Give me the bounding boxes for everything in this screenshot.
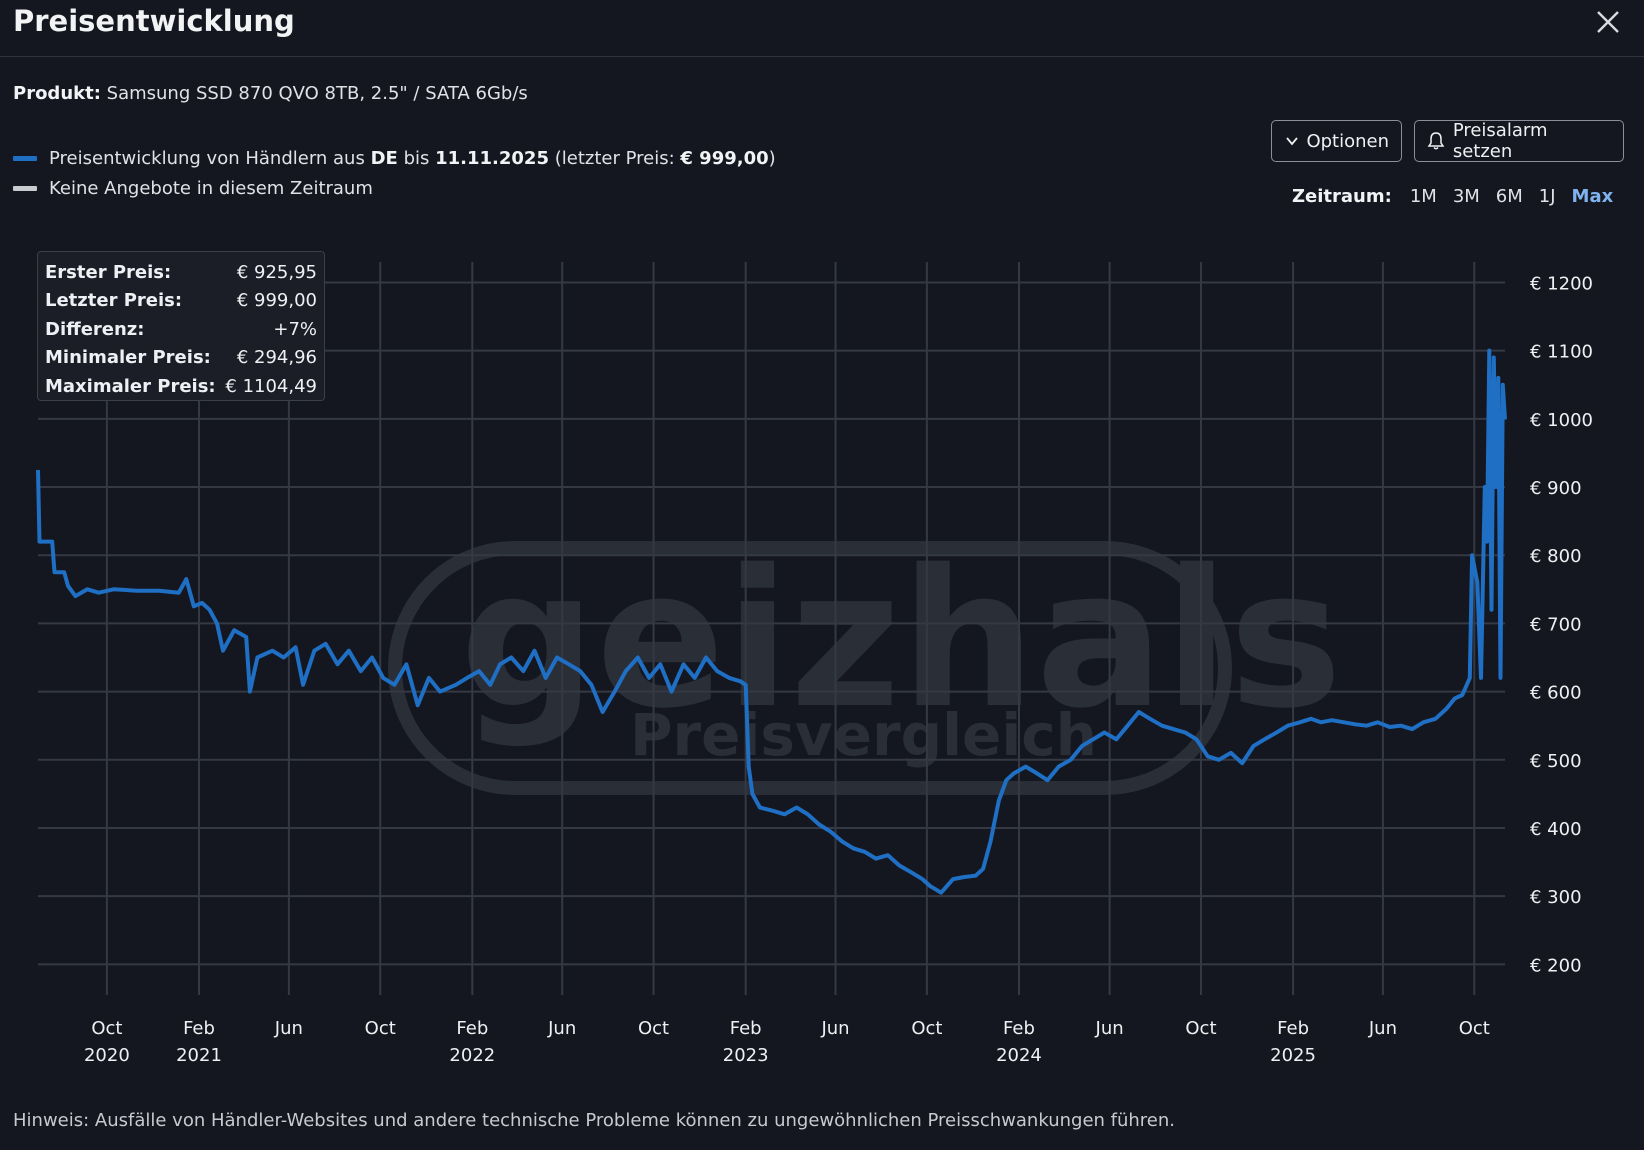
- x-tick-year-label: 2024: [996, 1045, 1042, 1066]
- x-tick-year-label: 2025: [1270, 1045, 1316, 1066]
- stat-last-value: € 999,00: [236, 290, 317, 312]
- x-tick-label: Feb: [456, 1018, 488, 1039]
- y-tick-label: € 1100: [1530, 342, 1593, 363]
- x-tick-label: Oct: [638, 1018, 669, 1039]
- x-tick-label: Jun: [820, 1018, 849, 1039]
- x-tick-label: Feb: [730, 1018, 762, 1039]
- y-tick-label: € 1000: [1530, 410, 1593, 431]
- y-tick-label: € 700: [1530, 614, 1582, 635]
- x-tick-year-label: 2020: [84, 1045, 130, 1066]
- y-axis: € 200 € 300 € 400 € 500 € 600 € 700 € 800 € 900…: [1530, 273, 1593, 976]
- y-tick-label: € 300: [1530, 887, 1582, 908]
- stat-diff-label: Differenz:: [45, 318, 145, 340]
- stat-diff-value: +7%: [273, 318, 317, 340]
- x-tick-label: Oct: [1185, 1018, 1216, 1039]
- y-tick-label: € 500: [1530, 751, 1582, 772]
- stat-min-value: € 294,96: [236, 347, 317, 369]
- stat-min-price: Minimaler Preis: € 294,96: [45, 344, 317, 373]
- x-tick-label: Jun: [1368, 1018, 1397, 1039]
- y-tick-label: € 200: [1530, 955, 1582, 976]
- x-tick-year-label: 2021: [176, 1045, 222, 1066]
- stat-first-label: Erster Preis:: [45, 261, 172, 283]
- stat-last-price: Letzter Preis: € 999,00: [45, 287, 317, 316]
- stat-min-label: Minimaler Preis:: [45, 347, 211, 369]
- price-chart[interactable]: geizhalsPreisvergleich Oct2020Feb2021Jun…: [0, 0, 1644, 1080]
- x-tick-label: Feb: [183, 1018, 215, 1039]
- x-tick-label: Oct: [91, 1018, 122, 1039]
- x-tick-label: Feb: [1003, 1018, 1035, 1039]
- stat-max-price: Maximaler Preis: € 1104,49: [45, 372, 317, 401]
- y-tick-label: € 400: [1530, 819, 1582, 840]
- stat-first-price: Erster Preis: € 925,95: [45, 258, 317, 287]
- price-stats-box: Erster Preis: € 925,95 Letzter Preis: € …: [37, 251, 325, 401]
- x-tick-label: Jun: [1095, 1018, 1124, 1039]
- stat-first-value: € 925,95: [236, 261, 317, 283]
- x-tick-label: Feb: [1277, 1018, 1309, 1039]
- y-tick-label: € 800: [1530, 546, 1582, 567]
- y-tick-label: € 1200: [1530, 273, 1593, 294]
- stat-max-value: € 1104,49: [225, 375, 317, 397]
- x-tick-label: Oct: [365, 1018, 396, 1039]
- stat-last-label: Letzter Preis:: [45, 290, 183, 312]
- y-tick-label: € 900: [1530, 478, 1582, 499]
- x-tick-label: Oct: [1459, 1018, 1490, 1039]
- x-axis: Oct 2020 Feb 2021 Jun Oct Feb 2022 Jun Oct Feb 2023…: [84, 1018, 1490, 1066]
- stat-difference: Differenz: +7%: [45, 315, 317, 344]
- x-tick-label: Jun: [547, 1018, 576, 1039]
- hint-text: Hinweis: Ausfälle von Händler-Websites u…: [13, 1110, 1176, 1131]
- y-tick-label: € 600: [1530, 683, 1582, 704]
- x-tick-label: Jun: [274, 1018, 303, 1039]
- stat-max-label: Maximaler Preis:: [45, 375, 216, 397]
- x-tick-label: Oct: [911, 1018, 942, 1039]
- x-tick-year-label: 2023: [723, 1045, 769, 1066]
- x-tick-year-label: 2022: [449, 1045, 495, 1066]
